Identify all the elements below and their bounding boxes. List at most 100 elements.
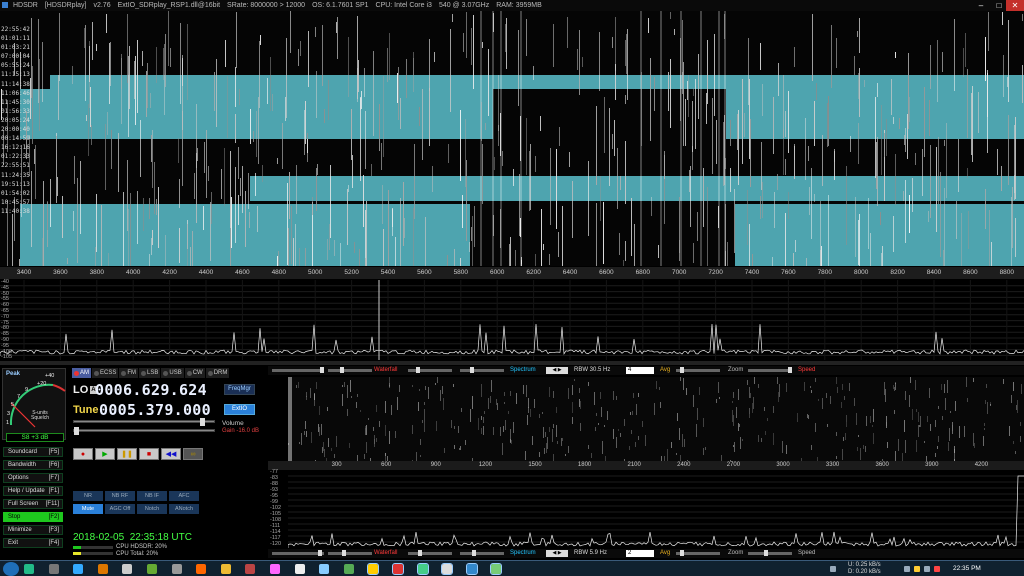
rf-waterfall[interactable]: 22:55:42 01:01:11 01:03:21 07:00:04 05:55:24… <box>0 11 1024 266</box>
tray-icon[interactable] <box>830 566 836 572</box>
af-wf-slider-1[interactable] <box>272 367 324 373</box>
tune-frequency-value[interactable]: 0005.379.000 <box>99 401 211 419</box>
tune-label: Tune <box>73 403 99 416</box>
af-b-wf-slider-1[interactable] <box>272 550 324 556</box>
peak-label[interactable]: Peak <box>6 371 20 377</box>
taskbar-app-icon[interactable] <box>245 564 256 574</box>
taskbar-app-icon[interactable] <box>122 564 133 574</box>
anotch-button[interactable]: ANotch <box>169 504 199 514</box>
nb-if-button[interactable]: NB IF <box>137 491 167 501</box>
rf-frequency-axis[interactable]: 3400 3600 3800 4000 4200 4400 4600 4800 5000 5200… <box>0 267 1024 279</box>
taskbar-app-icon[interactable] <box>73 564 84 574</box>
af-b-sp-slider-1[interactable] <box>408 550 452 556</box>
af-wf-slider-2[interactable] <box>328 367 372 373</box>
mode-fm-button[interactable]: FM <box>119 368 139 378</box>
minimize-button[interactable]: – <box>972 0 990 11</box>
extio-button[interactable]: ExtIO <box>224 404 255 415</box>
nb-rf-button[interactable]: NB RF <box>105 491 135 501</box>
af-sp-slider-1[interactable] <box>408 367 452 373</box>
flag-tray-icon[interactable] <box>934 566 940 572</box>
taskbar-app-icon[interactable] <box>441 563 454 575</box>
volume-slider-knob[interactable] <box>200 418 206 426</box>
taskbar-app-icon[interactable] <box>48 564 59 574</box>
notch-button[interactable]: Notch <box>137 504 167 514</box>
cpu-hdsdr: CPU HDSDR: 20% <box>116 544 168 550</box>
af-spectrum[interactable] <box>287 470 1024 549</box>
mode-am-button[interactable]: AM <box>72 368 91 378</box>
mode-lsb-button[interactable]: LSB <box>139 368 161 378</box>
taskbar-app-icon[interactable] <box>343 564 354 574</box>
avg-select[interactable]: 4 <box>626 367 654 374</box>
mode-cw-button[interactable]: CW <box>184 368 205 378</box>
agc-off-button[interactable]: AGC Off <box>105 504 135 514</box>
afc-button[interactable]: AFC <box>169 491 199 501</box>
freqmgr-button[interactable]: FreqMgr <box>224 384 255 395</box>
taskbar-app-icon[interactable] <box>367 563 380 575</box>
rbw-arrows[interactable]: ◀ ▶ <box>546 367 568 374</box>
af-frequency-axis[interactable]: 300 600 900 1200 1500 1800 2100 2400 2700 3000 330… <box>268 461 1024 470</box>
mode-ecss-button[interactable]: ECSS <box>92 368 119 378</box>
splitter[interactable] <box>0 361 1024 365</box>
waterfall-trace <box>316 168 317 211</box>
taskbar-app-icon[interactable] <box>196 564 207 574</box>
waterfall-trace <box>250 109 251 144</box>
volume-slider[interactable] <box>73 418 215 426</box>
taskbar-app-icon[interactable] <box>294 564 305 574</box>
taskbar-app-icon[interactable] <box>24 564 34 574</box>
taskbar-clock[interactable]: 22:35 PM <box>953 565 981 572</box>
play-button[interactable]: ▶ <box>95 448 115 460</box>
record-button[interactable]: ● <box>73 448 93 460</box>
volume-tray-icon[interactable] <box>904 566 910 572</box>
stop-button[interactable]: Stop [F2] <box>3 512 63 522</box>
power-tray-icon[interactable] <box>924 566 930 572</box>
taskbar-app-icon[interactable] <box>147 564 157 574</box>
loop-button[interactable]: ∞ <box>183 448 203 460</box>
taskbar-app-icon[interactable] <box>171 564 182 574</box>
speed-slider[interactable] <box>748 367 792 373</box>
taskbar-app-icon[interactable] <box>270 564 280 574</box>
minimize-button[interactable]: Minimize [F3] <box>3 525 63 535</box>
exit-button[interactable]: Exit [F4] <box>3 538 63 548</box>
start-button[interactable] <box>3 562 19 576</box>
waterfall-trace <box>272 94 273 111</box>
taskbar-app-icon[interactable] <box>490 563 503 575</box>
af-gain-slider-knob[interactable] <box>74 427 79 435</box>
taskbar-app-icon[interactable] <box>392 563 404 575</box>
af-b-wf-slider-2[interactable] <box>328 550 372 556</box>
speed-b-slider[interactable] <box>748 550 792 556</box>
taskbar-app-icon[interactable] <box>416 563 429 575</box>
lo-frequency-value[interactable]: 0006.629.624 <box>95 381 207 399</box>
soundcard-button[interactable]: Soundcard [F5] <box>3 447 63 457</box>
pause-button[interactable]: ❚❚ <box>117 448 137 460</box>
network-tray-icon[interactable] <box>914 566 920 572</box>
avg-b-select[interactable]: 2 <box>626 550 654 557</box>
close-button[interactable]: ✕ <box>1006 0 1024 11</box>
rbw-b-arrows[interactable]: ◀ ▶ <box>546 550 568 557</box>
waterfall-trace <box>312 197 313 215</box>
mode-label: ECSS <box>100 370 117 376</box>
af-b-sp-slider-2[interactable] <box>460 550 504 556</box>
nr-button[interactable]: NR <box>73 491 103 501</box>
waterfall-trace <box>695 79 696 149</box>
mode-usb-button[interactable]: USB <box>161 368 184 378</box>
taskbar-app-icon[interactable] <box>220 564 231 574</box>
taskbar-app-icon[interactable] <box>319 564 330 574</box>
help-update-button[interactable]: Help / Update [F1] <box>3 486 63 496</box>
zoom-b-slider[interactable] <box>676 550 720 556</box>
mode-drm-button[interactable]: DRM <box>205 368 230 378</box>
stop-button[interactable]: ■ <box>139 448 159 460</box>
options-button[interactable]: Options [F7] <box>3 473 63 483</box>
af-sp-slider-2[interactable] <box>460 367 504 373</box>
zoom-slider[interactable] <box>676 367 720 373</box>
rewind-button[interactable]: ◀◀ <box>161 448 181 460</box>
af-waterfall[interactable] <box>288 377 1024 471</box>
taskbar-app-icon[interactable] <box>465 563 478 575</box>
rf-spectrum[interactable] <box>0 280 1024 360</box>
af-waterfall-trace <box>916 440 917 452</box>
taskbar-app-icon[interactable] <box>97 564 108 574</box>
mute-button[interactable]: Mute <box>73 504 103 514</box>
full-screen-button[interactable]: Full Screen [F11] <box>3 499 63 509</box>
af-gain-slider[interactable] <box>73 427 215 435</box>
bandwidth-button[interactable]: Bandwidth [F6] <box>3 460 63 470</box>
af-waterfall-trace <box>856 413 857 425</box>
